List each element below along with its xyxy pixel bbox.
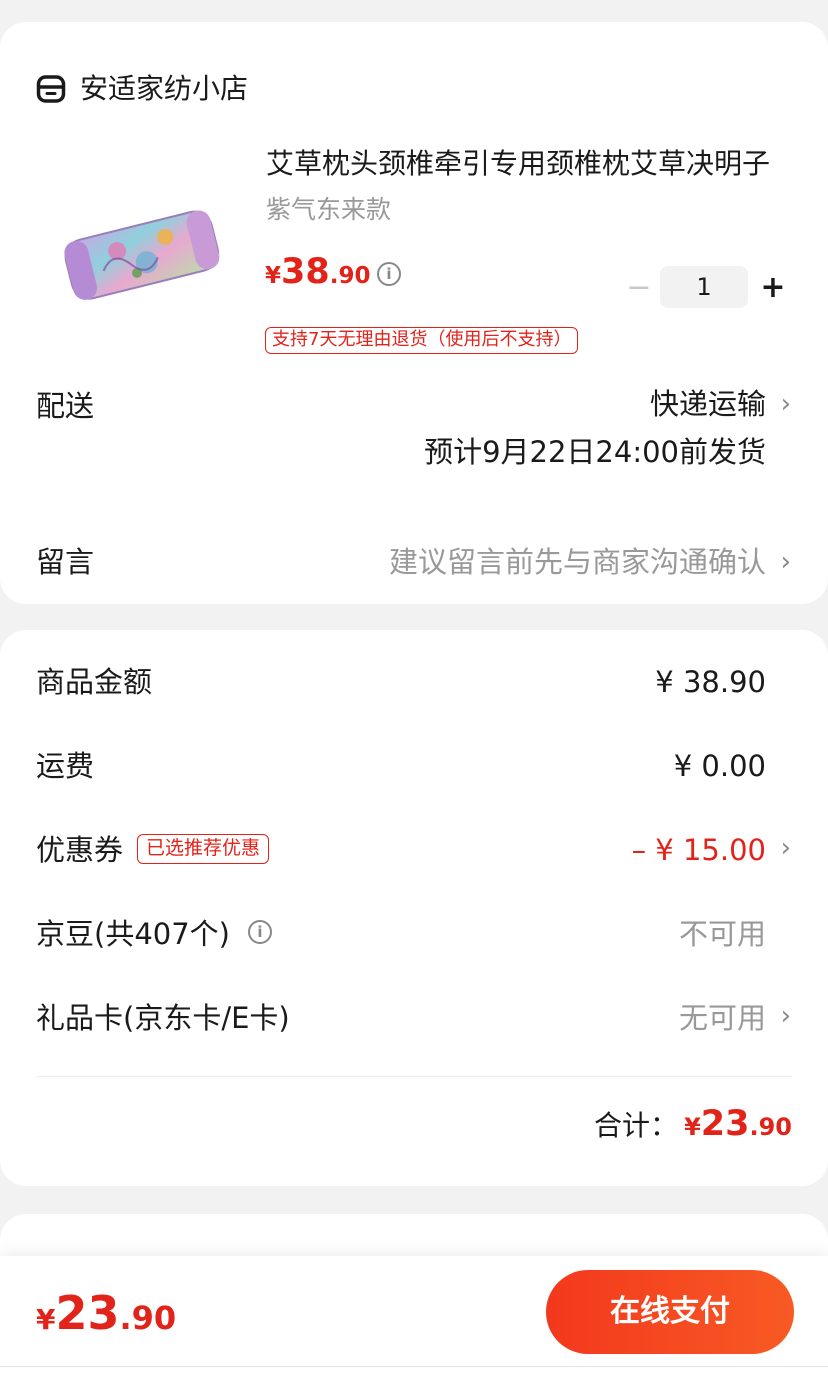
jd-beans-value: 不可用 <box>678 917 766 951</box>
total-integer: 23 <box>700 1104 750 1144</box>
increase-button[interactable]: + <box>752 270 794 305</box>
delivery-method[interactable]: 快递运输 <box>650 384 766 424</box>
shop-header[interactable]: 安适家纺小店 <box>36 74 248 104</box>
message-chevron-icon[interactable]: › <box>781 542 791 582</box>
price-decimal: .90 <box>329 263 371 289</box>
order-item-card: 安适家纺小店 艾草枕头颈椎牵引专用颈椎枕艾草决明子 紫气东来款 ¥ 38 .90 <box>0 22 828 604</box>
coupon-label: 优惠券 <box>36 833 124 867</box>
pay-online-button[interactable]: 在线支付 <box>546 1270 794 1354</box>
quantity-stepper: − 1 + <box>620 266 794 308</box>
gift-card-value[interactable]: 无可用 <box>679 998 766 1038</box>
total-label: 合计： <box>594 1109 679 1142</box>
delivery-estimate: 预计9月22日24:00前发货 <box>424 435 766 469</box>
bottom-edge-divider <box>0 1366 828 1367</box>
delivery-chevron-icon[interactable]: › <box>781 384 791 424</box>
total-decimal: .90 <box>749 1113 792 1141</box>
price-integer: 38 <box>281 252 330 292</box>
gift-card-label: 礼品卡(京东卡/E卡) <box>36 1001 290 1035</box>
coupon-selected-badge: 已选推荐优惠 <box>137 834 270 864</box>
product-price: ¥ 38 .90 <box>265 252 370 292</box>
message-input[interactable]: 建议留言前先与商家沟通确认 <box>389 542 766 582</box>
checkout-currency: ¥ <box>36 1303 56 1336</box>
jd-beans-label: 京豆(共407个) <box>36 917 230 951</box>
order-total: 合计： ¥ 23 .90 <box>594 1104 792 1144</box>
coupon-value[interactable]: – ¥ 15.00 <box>632 830 766 870</box>
product-title[interactable]: 艾草枕头颈椎牵引专用颈椎枕艾草决明子 <box>266 144 792 184</box>
quantity-input[interactable]: 1 <box>660 266 748 308</box>
checkout-price: ¥ 23 .90 <box>36 1286 176 1340</box>
message-label: 留言 <box>36 545 95 579</box>
price-currency: ¥ <box>265 263 282 289</box>
divider <box>36 1076 792 1077</box>
decrease-button[interactable]: − <box>620 270 658 305</box>
price-info-icon[interactable]: i <box>377 262 401 286</box>
checkout-integer: 23 <box>55 1286 120 1340</box>
return-policy-badge: 支持7天无理由退货（使用后不支持） <box>265 327 579 354</box>
product-spec: 紫气东来款 <box>266 195 392 224</box>
checkout-decimal: .90 <box>119 1299 177 1337</box>
shipping-label: 运费 <box>36 749 95 783</box>
jd-beans-info-icon[interactable]: i <box>248 920 272 944</box>
goods-amount-label: 商品金额 <box>36 665 153 699</box>
total-currency: ¥ <box>684 1113 701 1141</box>
fee-summary-card: 商品金额 ¥ 38.90 运费 ¥ 0.00 优惠券 已选推荐优惠 – ¥ 15… <box>0 630 828 1186</box>
product-thumbnail[interactable] <box>40 174 236 324</box>
shipping-value: ¥ 0.00 <box>673 749 766 783</box>
gift-card-chevron-icon[interactable]: › <box>781 996 791 1036</box>
checkout-bar: ¥ 23 .90 在线支付 <box>0 1256 828 1388</box>
goods-amount-value: ¥ 38.90 <box>655 665 766 699</box>
store-icon <box>36 75 66 103</box>
delivery-label: 配送 <box>36 389 95 423</box>
coupon-chevron-icon[interactable]: › <box>781 828 791 868</box>
shop-name: 安适家纺小店 <box>80 72 249 105</box>
